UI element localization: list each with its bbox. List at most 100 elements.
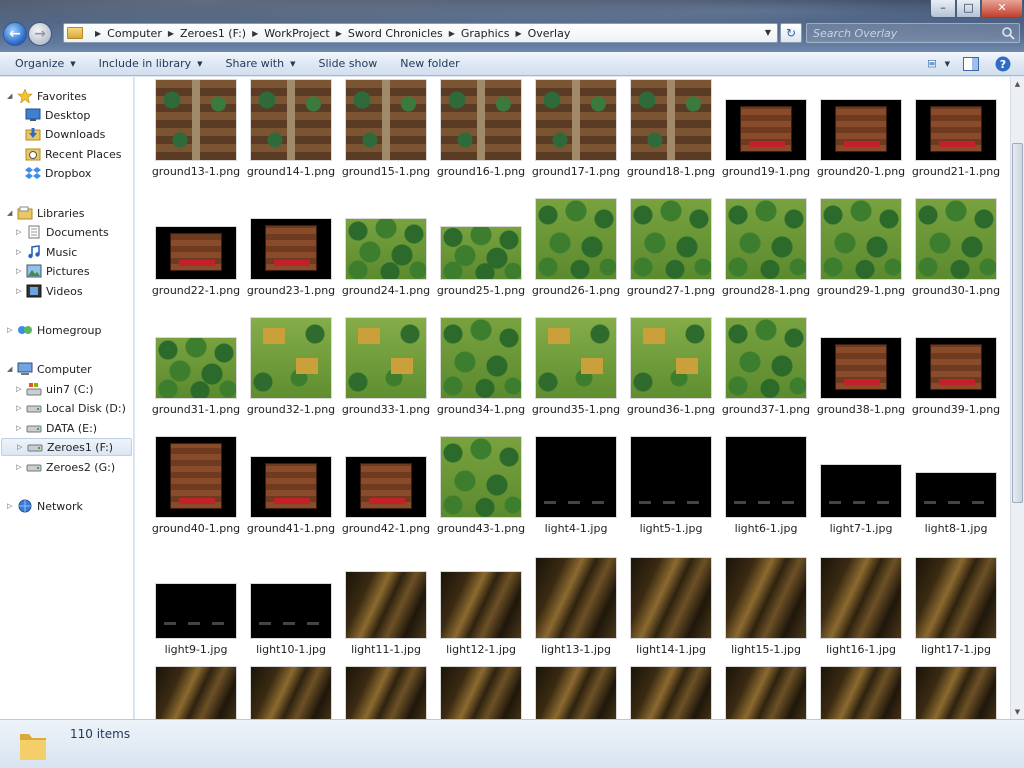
forward-button[interactable]: →	[28, 22, 52, 46]
file-thumbnail[interactable]	[916, 473, 996, 517]
nav-drive-f[interactable]: ▷ Zeroes1 (F:)	[1, 438, 132, 456]
expand-triangle-icon[interactable]: ▷	[16, 228, 26, 236]
file-thumbnail[interactable]	[821, 558, 901, 638]
file-thumbnail[interactable]	[251, 219, 331, 279]
file-item[interactable]	[436, 662, 526, 719]
vertical-scrollbar[interactable]: ▲ ▼	[1010, 77, 1024, 719]
nav-downloads[interactable]: Downloads	[25, 125, 105, 143]
file-thumbnail[interactable]	[251, 318, 331, 398]
file-thumbnail[interactable]	[536, 318, 616, 398]
file-item[interactable]: light6-1.jpg	[721, 434, 811, 550]
file-item[interactable]: light14-1.jpg	[626, 553, 716, 669]
breadcrumb-computer[interactable]: Computer	[107, 27, 162, 40]
file-thumbnail[interactable]	[916, 558, 996, 638]
file-item[interactable]: ground17-1.png	[531, 77, 621, 193]
maximize-button[interactable]: □	[956, 0, 981, 18]
nav-desktop[interactable]: Desktop	[25, 106, 90, 124]
file-thumbnail[interactable]	[441, 572, 521, 638]
file-thumbnail[interactable]	[536, 199, 616, 279]
file-thumbnail[interactable]	[346, 457, 426, 517]
file-thumbnail[interactable]	[251, 584, 331, 638]
scroll-down-arrow-icon[interactable]: ▼	[1011, 705, 1024, 719]
file-item[interactable]	[246, 662, 336, 719]
nav-dropbox[interactable]: Dropbox	[25, 164, 91, 182]
file-item[interactable]: light15-1.jpg	[721, 553, 811, 669]
file-item[interactable]: ground18-1.png	[626, 77, 716, 193]
file-item[interactable]: ground22-1.png	[151, 196, 241, 312]
file-item[interactable]: ground25-1.png	[436, 196, 526, 312]
nav-videos[interactable]: ▷ Videos	[16, 282, 83, 300]
file-item[interactable]: ground24-1.png	[341, 196, 431, 312]
file-item[interactable]: light7-1.jpg	[816, 434, 906, 550]
breadcrumb-sword-chronicles[interactable]: Sword Chronicles	[348, 27, 443, 40]
file-item[interactable]	[531, 662, 621, 719]
file-item[interactable]: ground19-1.png	[721, 77, 811, 193]
scrollbar-thumb[interactable]	[1012, 143, 1023, 503]
chevron-right-icon[interactable]: ▶	[252, 29, 258, 38]
nav-network[interactable]: ▷ Network	[7, 497, 83, 515]
file-thumbnail[interactable]	[251, 457, 331, 517]
file-thumbnail[interactable]	[346, 572, 426, 638]
file-item[interactable]: ground33-1.png	[341, 315, 431, 431]
file-item[interactable]	[341, 662, 431, 719]
file-item[interactable]: light4-1.jpg	[531, 434, 621, 550]
expand-triangle-icon[interactable]: ▷	[16, 287, 26, 295]
file-item[interactable]: ground34-1.png	[436, 315, 526, 431]
file-thumbnail[interactable]	[821, 465, 901, 517]
expand-triangle-icon[interactable]: ▷	[7, 326, 17, 334]
breadcrumb-overlay[interactable]: Overlay	[528, 27, 571, 40]
file-thumbnail[interactable]	[916, 100, 996, 160]
file-item[interactable]	[721, 662, 811, 719]
file-thumbnail[interactable]	[346, 219, 426, 279]
file-thumbnail[interactable]	[536, 667, 616, 719]
collapse-triangle-icon[interactable]: ◢	[7, 92, 17, 100]
search-icon[interactable]	[1001, 26, 1015, 40]
breadcrumb-zeroes1[interactable]: Zeroes1 (F:)	[180, 27, 246, 40]
chevron-right-icon[interactable]: ▶	[449, 29, 455, 38]
file-thumbnail[interactable]	[821, 199, 901, 279]
expand-triangle-icon[interactable]: ▷	[16, 404, 26, 412]
new-folder-button[interactable]: New folder	[392, 53, 467, 75]
minimize-button[interactable]: –	[930, 0, 956, 18]
file-thumbnail[interactable]	[441, 667, 521, 719]
file-thumbnail[interactable]	[536, 558, 616, 638]
file-thumbnail[interactable]	[156, 80, 236, 160]
chevron-right-icon[interactable]: ▶	[515, 29, 521, 38]
file-thumbnail[interactable]	[441, 318, 521, 398]
file-thumbnail[interactable]	[916, 667, 996, 719]
nav-documents[interactable]: ▷ Documents	[16, 223, 109, 241]
chevron-right-icon[interactable]: ▶	[336, 29, 342, 38]
file-thumbnail[interactable]	[631, 318, 711, 398]
file-thumbnail[interactable]	[821, 338, 901, 398]
file-thumbnail[interactable]	[916, 338, 996, 398]
file-thumbnail[interactable]	[441, 227, 521, 279]
slide-show-button[interactable]: Slide show	[310, 53, 385, 75]
file-item[interactable]: light12-1.jpg	[436, 553, 526, 669]
scroll-up-arrow-icon[interactable]: ▲	[1011, 77, 1024, 91]
address-bar[interactable]: ▶ Computer ▶ Zeroes1 (F:) ▶ WorkProject …	[63, 23, 778, 43]
chevron-down-icon[interactable]: ▼	[945, 60, 950, 68]
file-thumbnail[interactable]	[156, 437, 236, 517]
expand-triangle-icon[interactable]: ▷	[16, 385, 26, 393]
expand-triangle-icon[interactable]: ▷	[16, 267, 26, 275]
file-item[interactable]: ground35-1.png	[531, 315, 621, 431]
refresh-button[interactable]: ↻	[780, 23, 802, 43]
nav-music[interactable]: ▷ Music	[16, 243, 77, 261]
file-thumbnail[interactable]	[916, 199, 996, 279]
file-item[interactable]: light5-1.jpg	[626, 434, 716, 550]
file-item[interactable]: ground29-1.png	[816, 196, 906, 312]
search-box[interactable]	[806, 23, 1020, 43]
file-thumbnail[interactable]	[156, 338, 236, 398]
nav-drive-e[interactable]: ▷ DATA (E:)	[16, 419, 97, 437]
collapse-triangle-icon[interactable]: ◢	[7, 365, 17, 373]
nav-homegroup[interactable]: ▷ Homegroup	[7, 321, 101, 339]
file-thumbnail[interactable]	[346, 80, 426, 160]
chevron-right-icon[interactable]: ▶	[168, 29, 174, 38]
back-button[interactable]: ←	[3, 22, 27, 46]
file-thumbnail[interactable]	[536, 437, 616, 517]
file-item[interactable]: ground14-1.png	[246, 77, 336, 193]
organize-button[interactable]: Organize ▼	[7, 53, 84, 75]
file-item[interactable]: ground40-1.png	[151, 434, 241, 550]
nav-drive-g[interactable]: ▷ Zeroes2 (G:)	[16, 458, 115, 476]
file-item[interactable]: ground16-1.png	[436, 77, 526, 193]
